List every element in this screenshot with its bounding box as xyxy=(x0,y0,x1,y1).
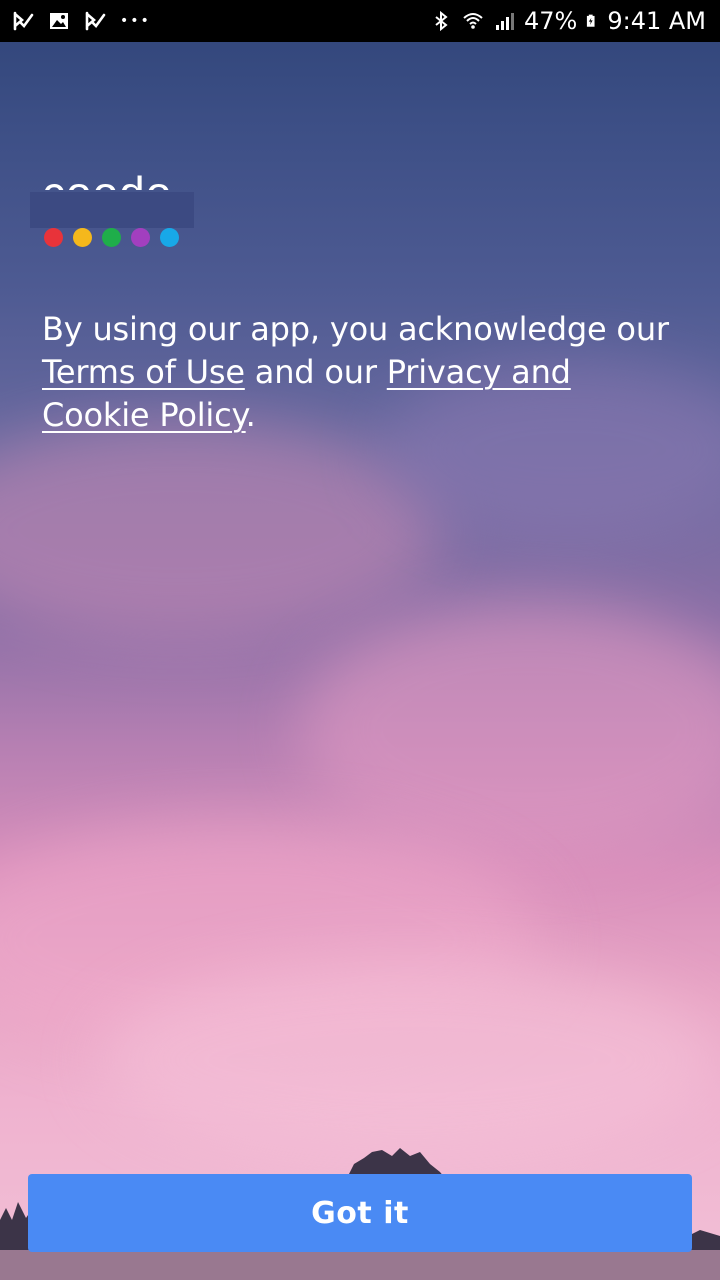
logo-dot-green xyxy=(102,228,121,247)
cloud-layer xyxy=(300,600,720,860)
logo-mask xyxy=(30,192,194,228)
terms-of-use-link[interactable]: Terms of Use xyxy=(42,353,245,391)
battery-icon xyxy=(587,14,595,27)
signal-icon xyxy=(496,13,514,30)
status-bar: ••• 47% 9:41 AM xyxy=(0,0,720,42)
checkmark-flag-icon xyxy=(13,11,34,31)
system-status: 47% 9:41 AM xyxy=(430,7,720,35)
got-it-button[interactable]: Got it xyxy=(28,1174,692,1252)
consent-middle: and our xyxy=(244,353,387,391)
consent-text: By using our app, you acknowledge our Te… xyxy=(42,308,682,437)
consent-screen: ••• 47% 9:41 AM By using our app, you ac… xyxy=(0,0,720,1280)
notification-icons: ••• xyxy=(0,10,151,32)
app-logo: coodo xyxy=(30,170,194,250)
battery-percent: 47% xyxy=(524,7,578,35)
wifi-icon xyxy=(463,13,483,29)
more-dots-icon: ••• xyxy=(120,13,151,29)
consent-suffix: . xyxy=(245,396,256,434)
logo-dot-blue xyxy=(160,228,179,247)
bluetooth-icon xyxy=(435,10,448,32)
clock: 9:41 AM xyxy=(607,7,706,35)
consent-prefix: By using our app, you acknowledge our xyxy=(42,310,669,348)
image-icon xyxy=(50,13,68,29)
logo-dot-yellow xyxy=(73,228,92,247)
logo-dots xyxy=(44,228,179,247)
logo-dot-red xyxy=(44,228,63,247)
logo-wordmark: coodo xyxy=(42,170,172,190)
cloud-layer xyxy=(0,420,440,640)
logo-dot-purple xyxy=(131,228,150,247)
checkmark-flag-icon xyxy=(85,11,106,31)
